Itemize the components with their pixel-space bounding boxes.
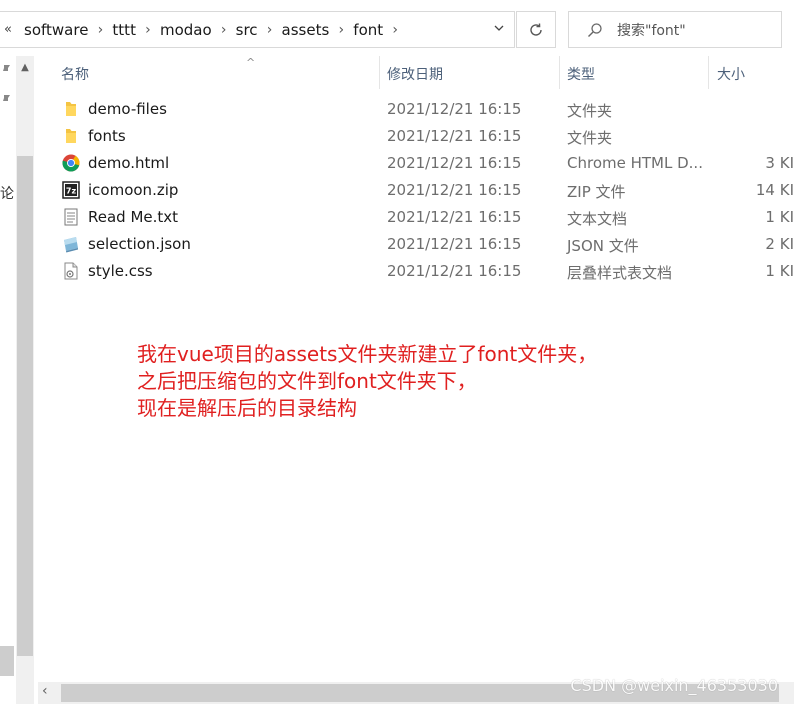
watermark: CSDN @weixin_46353030 — [570, 676, 778, 695]
file-name[interactable]: icomoon.zip — [88, 181, 178, 199]
sort-ascending-icon: ^ — [246, 56, 256, 69]
chevron-right-icon[interactable]: › — [389, 22, 401, 38]
file-row[interactable]: demo.html 2021/12/21 16:15 Chrome HTML D… — [38, 150, 794, 177]
file-type: 文本文档 — [567, 210, 628, 228]
refresh-icon — [530, 22, 542, 36]
pin-icon — [3, 95, 10, 105]
search-icon — [588, 22, 602, 37]
column-name[interactable]: 名称 — [61, 64, 89, 84]
breadcrumb-assets[interactable]: assets — [276, 21, 336, 39]
file-row[interactable]: Read Me.txt 2021/12/21 16:15 文本文档 1 KI — [38, 204, 794, 231]
column-type[interactable]: 类型 — [567, 64, 595, 84]
chevron-right-icon[interactable]: › — [94, 22, 106, 38]
file-size: 1 KI — [765, 208, 794, 226]
chevron-right-icon[interactable]: › — [218, 22, 230, 38]
file-name[interactable]: style.css — [88, 262, 153, 280]
file-type: ZIP 文件 — [567, 183, 626, 201]
nav-scrollbar-thumb[interactable] — [17, 156, 33, 656]
file-name[interactable]: demo-files — [88, 100, 167, 118]
file-size: 3 KI — [765, 154, 794, 172]
column-divider[interactable] — [379, 56, 380, 89]
file-row[interactable]: demo-files 2021/12/21 16:15 文件夹 — [38, 96, 794, 123]
column-date[interactable]: 修改日期 — [387, 64, 443, 84]
file-size: 14 KI — [755, 181, 794, 199]
scroll-up-icon[interactable]: ▲ — [17, 62, 33, 73]
nav-item-label[interactable]: 论 — [0, 183, 14, 203]
search-box[interactable]: 搜索"font" — [568, 11, 782, 48]
chevron-right-icon[interactable]: › — [264, 22, 276, 38]
pin-icon — [3, 65, 10, 75]
chevron-down-icon[interactable] — [494, 23, 504, 33]
file-name[interactable]: demo.html — [88, 154, 169, 172]
chevron-right-icon[interactable]: › — [142, 22, 154, 38]
7zip-icon: 7z — [62, 181, 80, 199]
file-date: 2021/12/21 16:15 — [387, 181, 522, 199]
folder-icon — [66, 102, 76, 116]
annotation-line: 我在vue项目的assets文件夹新建立了font文件夹， — [137, 342, 598, 366]
annotation-text: 我在vue项目的assets文件夹新建立了font文件夹， 之后把压缩包的文件到… — [137, 341, 597, 422]
breadcrumb-font[interactable]: font — [347, 21, 389, 39]
breadcrumb-tttt[interactable]: tttt — [106, 21, 142, 39]
annotation-line: 之后把压缩包的文件到font文件夹下， — [137, 369, 477, 393]
file-name[interactable]: Read Me.txt — [88, 208, 178, 226]
breadcrumb-software[interactable]: software — [18, 21, 94, 39]
file-type: JSON 文件 — [567, 237, 639, 255]
json-file-icon — [64, 237, 78, 253]
file-date: 2021/12/21 16:15 — [387, 154, 522, 172]
folder-icon — [66, 129, 76, 143]
file-row[interactable]: 7z icomoon.zip 2021/12/21 16:15 ZIP 文件 1… — [38, 177, 794, 204]
breadcrumb-src[interactable]: src — [230, 21, 264, 39]
file-name[interactable]: selection.json — [88, 235, 191, 253]
file-date: 2021/12/21 16:15 — [387, 127, 522, 145]
breadcrumb-modao[interactable]: modao — [154, 21, 218, 39]
file-row[interactable]: fonts 2021/12/21 16:15 文件夹 — [38, 123, 794, 150]
file-row[interactable]: style.css 2021/12/21 16:15 层叠样式表文档 1 KI — [38, 258, 794, 285]
column-divider[interactable] — [708, 56, 709, 89]
scroll-left-icon[interactable]: ‹ — [42, 683, 48, 699]
file-date: 2021/12/21 16:15 — [387, 208, 522, 226]
column-size[interactable]: 大小 — [717, 64, 745, 84]
address-bar[interactable]: « software › tttt › modao › src › assets… — [0, 11, 515, 48]
chevron-right-icon[interactable]: › — [335, 22, 347, 38]
file-size: 1 KI — [765, 262, 794, 280]
file-name[interactable]: fonts — [88, 127, 126, 145]
search-input[interactable]: 搜索"font" — [617, 20, 686, 40]
refresh-button[interactable] — [516, 11, 556, 48]
file-type: 文件夹 — [567, 102, 613, 120]
nav-item-selected[interactable] — [0, 646, 14, 676]
file-type: 层叠样式表文档 — [567, 264, 673, 282]
file-row[interactable]: selection.json 2021/12/21 16:15 JSON 文件 … — [38, 231, 794, 258]
file-list: demo-files 2021/12/21 16:15 文件夹 fonts 20… — [38, 96, 794, 285]
css-file-icon — [64, 262, 78, 280]
file-type: Chrome HTML D... — [567, 154, 703, 172]
text-file-icon — [64, 208, 78, 226]
svg-text:7z: 7z — [66, 187, 77, 196]
file-date: 2021/12/21 16:15 — [387, 235, 522, 253]
column-header: ^ 名称 修改日期 类型 大小 — [38, 56, 794, 89]
file-date: 2021/12/21 16:15 — [387, 262, 522, 280]
chrome-icon — [62, 154, 80, 172]
file-date: 2021/12/21 16:15 — [387, 100, 522, 118]
file-size: 2 KI — [765, 235, 794, 253]
file-type: 文件夹 — [567, 129, 613, 147]
column-divider[interactable] — [559, 56, 560, 89]
address-overflow-icon[interactable]: « — [4, 22, 18, 37]
annotation-line: 现在是解压后的目录结构 — [137, 396, 357, 420]
